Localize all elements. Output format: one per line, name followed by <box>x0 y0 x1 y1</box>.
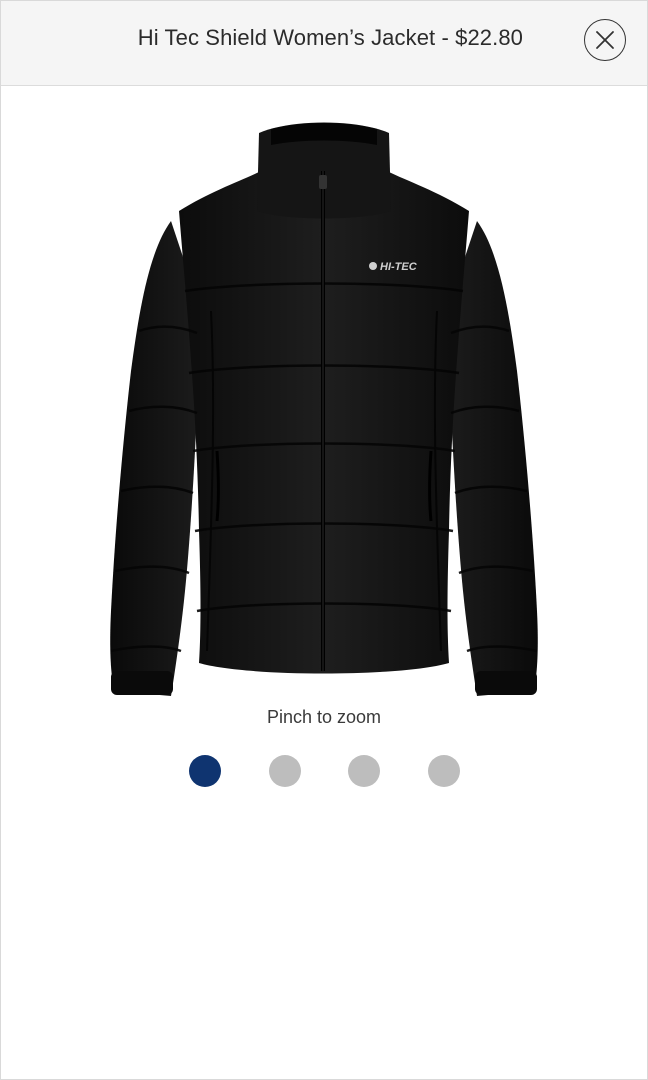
close-x-icon <box>596 31 614 49</box>
carousel-dot-3[interactable] <box>348 755 380 787</box>
carousel-dot-1[interactable] <box>189 755 221 787</box>
product-image-modal: Hi Tec Shield Women’s Jacket - $22.80 HI… <box>0 0 648 1080</box>
product-image[interactable]: HI-TEC <box>101 111 547 701</box>
pinch-to-zoom-caption: Pinch to zoom <box>266 707 382 727</box>
jacket-illustration: HI-TEC <box>110 122 538 696</box>
modal-header: Hi Tec Shield Women’s Jacket - $22.80 <box>1 1 647 86</box>
carousel-dot-2[interactable] <box>269 755 301 787</box>
image-carousel-indicators <box>1 755 647 789</box>
product-title: Hi Tec Shield Women’s Jacket - $22.80 <box>137 25 523 50</box>
svg-text:HI-TEC: HI-TEC <box>380 261 418 273</box>
close-button[interactable] <box>584 19 626 61</box>
carousel-dot-4[interactable] <box>428 755 460 787</box>
